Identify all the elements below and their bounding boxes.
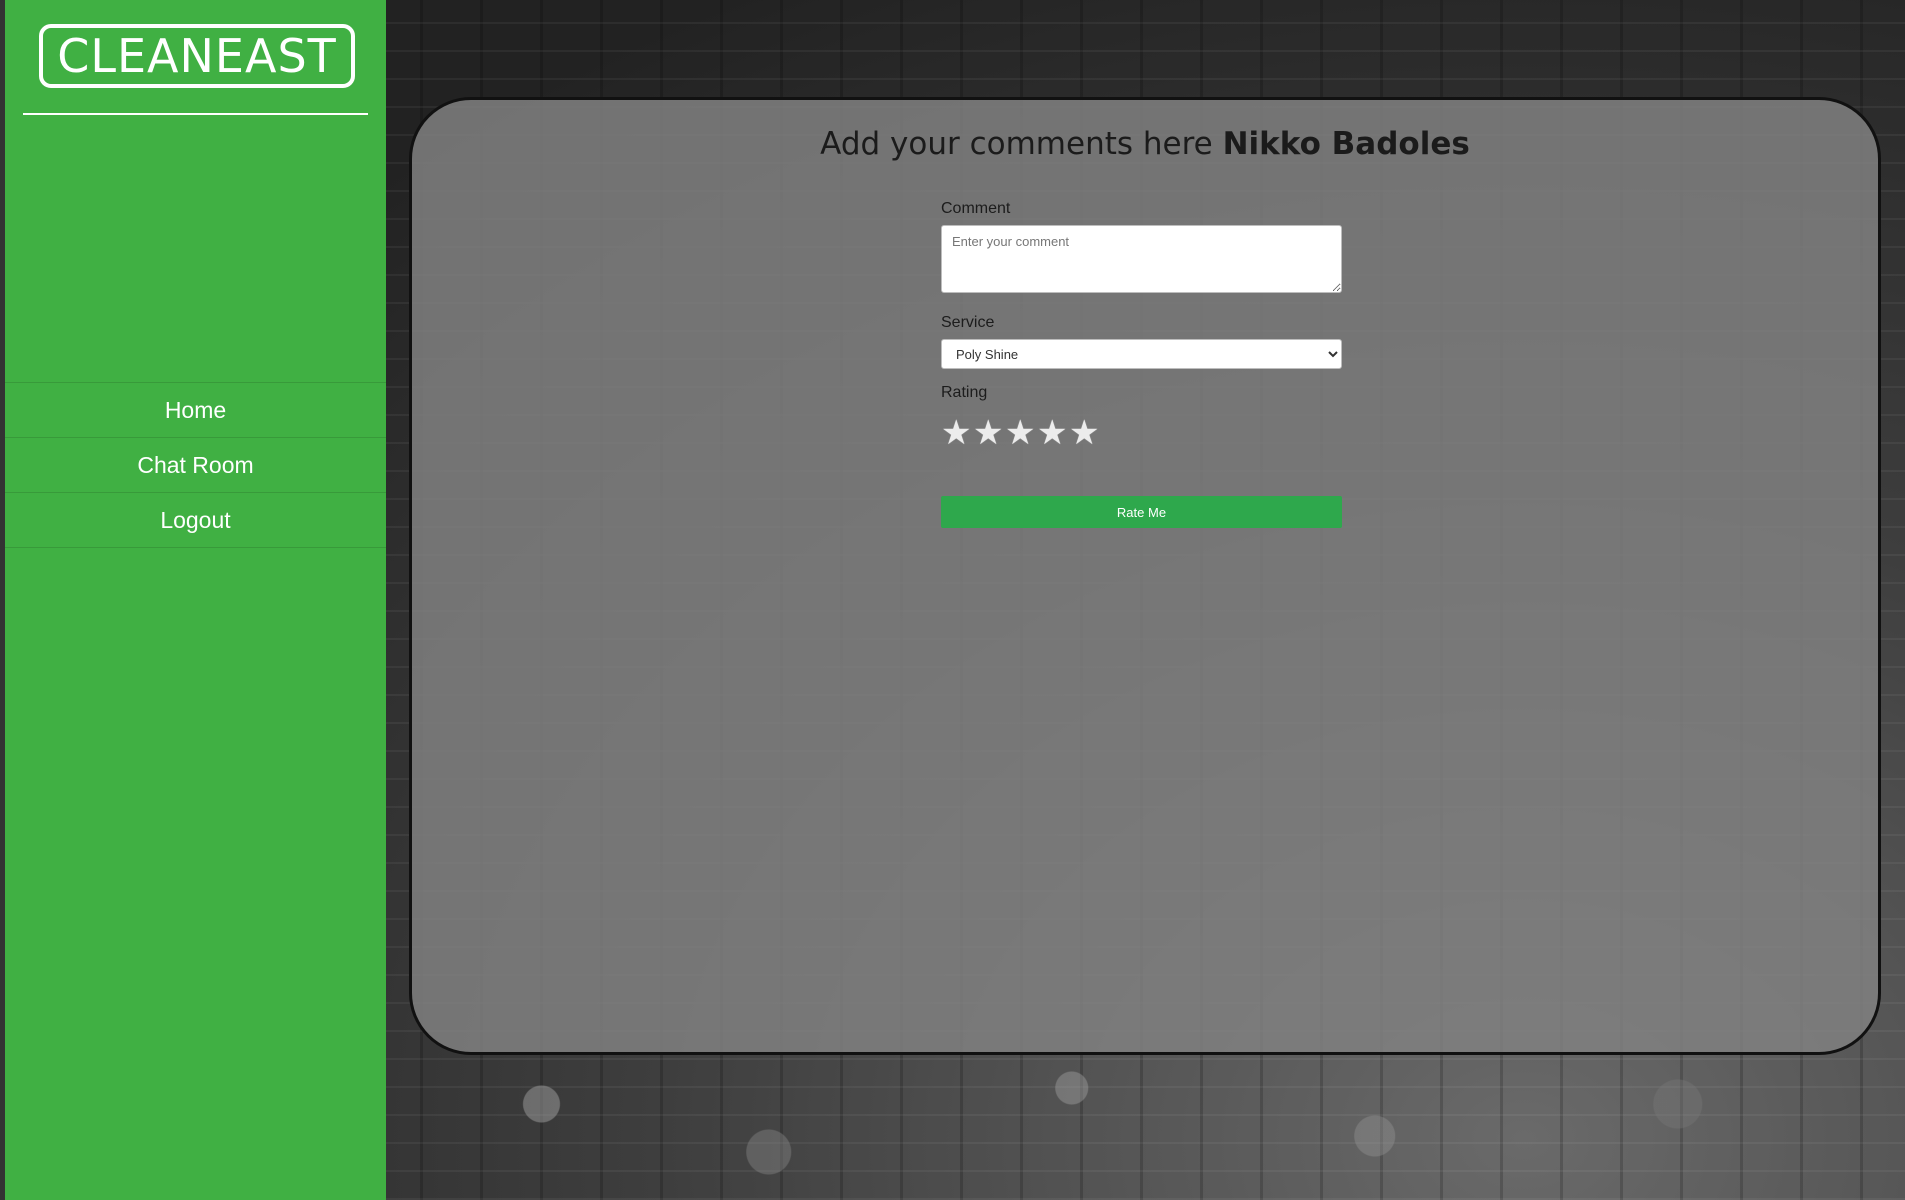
logo[interactable]: CLEANEAST [39,24,355,88]
star-icon[interactable]: ★ [973,416,1003,450]
star-icon[interactable]: ★ [1005,416,1035,450]
star-icon[interactable]: ★ [1069,416,1099,450]
comment-label: Comment [941,200,1011,217]
service-label: Service [941,314,995,331]
star-icon[interactable]: ★ [1037,416,1067,450]
sidebar-nav: Home Chat Room Logout [5,382,386,548]
nav-item-home[interactable]: Home [5,383,386,438]
logo-divider [23,113,368,115]
star-rating: ★ ★ ★ ★ ★ [941,416,1342,450]
comment-input[interactable] [941,225,1342,293]
service-select[interactable]: Poly Shine [941,339,1342,369]
rating-form: Comment Service Poly Shine Rating ★ ★ ★ … [941,200,1342,528]
star-icon[interactable]: ★ [941,416,971,450]
background-foliage [390,1040,1905,1200]
nav-item-chat-room[interactable]: Chat Room [5,438,386,493]
rating-label: Rating [941,384,988,401]
page-title-prefix: Add your comments here [820,126,1213,162]
user-name: Nikko Badoles [1222,126,1470,162]
sidebar: CLEANEAST Home Chat Room Logout [0,0,386,1200]
rate-me-button[interactable]: Rate Me [941,496,1342,528]
page-title: Add your comments here Nikko Badoles [412,126,1878,162]
nav-item-logout[interactable]: Logout [5,493,386,548]
comment-panel: Add your comments here Nikko Badoles Com… [409,97,1881,1055]
